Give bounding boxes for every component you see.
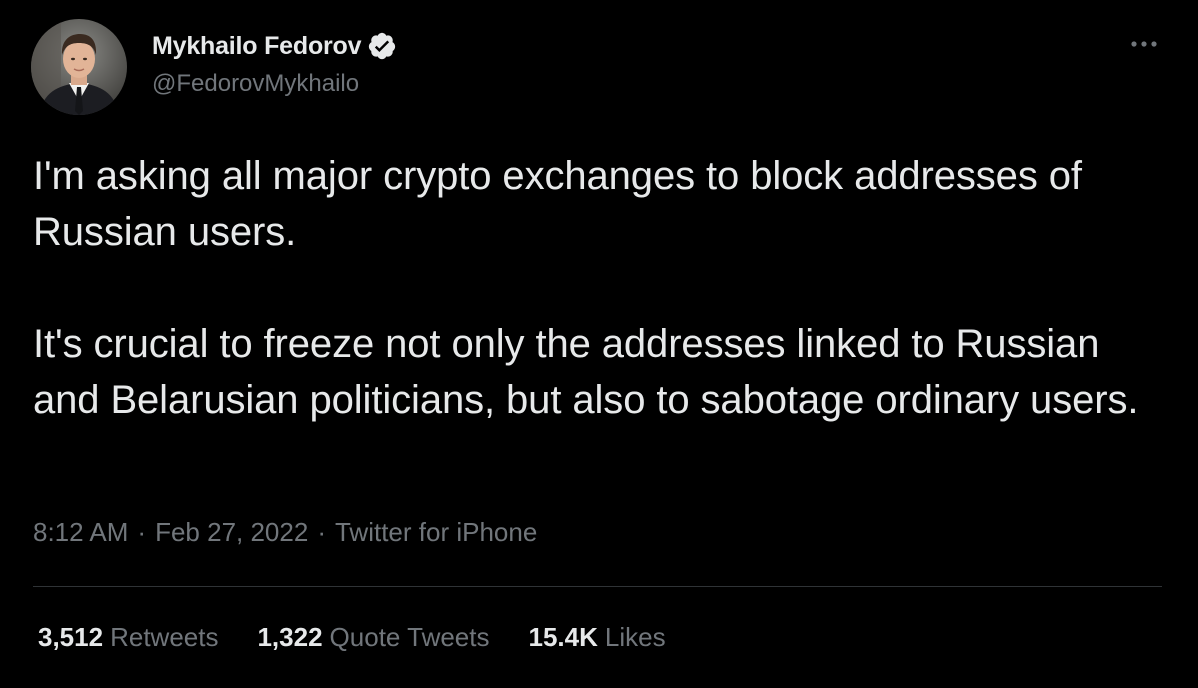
retweets-label: Retweets — [110, 622, 219, 652]
tweet-date[interactable]: Feb 27, 2022 — [155, 517, 308, 548]
author-handle[interactable]: @FedorovMykhailo — [152, 70, 359, 98]
quote-tweets-count: 1,322 — [257, 622, 323, 652]
retweets-count: 3,512 — [38, 622, 104, 652]
profile-photo-icon — [31, 19, 127, 115]
tweet-paragraph: I'm asking all major crypto exchanges to… — [33, 154, 1082, 254]
tweet-metadata: 8:12 AM · Feb 27, 2022 · Twitter for iPh… — [33, 517, 537, 548]
divider — [33, 586, 1162, 587]
retweets-stat[interactable]: 3,512 Retweets — [38, 622, 218, 653]
tweet-paragraph: It's crucial to freeze not only the addr… — [33, 322, 1139, 422]
quote-tweets-label: Quote Tweets — [329, 622, 490, 652]
tweet-source[interactable]: Twitter for iPhone — [335, 517, 537, 548]
engagement-stats: 3,512 Retweets 1,322 Quote Tweets 15.4K … — [38, 622, 705, 653]
verified-badge-icon — [367, 31, 397, 61]
likes-count: 15.4K — [528, 622, 598, 652]
author-name-row: Mykhailo Fedorov — [152, 30, 397, 62]
likes-label: Likes — [604, 622, 666, 652]
quote-tweets-stat[interactable]: 1,322 Quote Tweets — [257, 622, 489, 653]
tweet-card: Mykhailo Fedorov @FedorovMykhailo I'm as… — [0, 0, 1198, 688]
avatar[interactable] — [31, 19, 127, 115]
tweet-text: I'm asking all major crypto exchanges to… — [33, 148, 1153, 428]
author-display-name[interactable]: Mykhailo Fedorov — [152, 32, 362, 61]
meta-separator: · — [317, 517, 326, 547]
likes-stat[interactable]: 15.4K Likes — [529, 622, 666, 653]
tweet-time[interactable]: 8:12 AM — [33, 517, 128, 548]
meta-separator: · — [137, 517, 147, 547]
more-options-icon[interactable] — [1126, 30, 1162, 58]
